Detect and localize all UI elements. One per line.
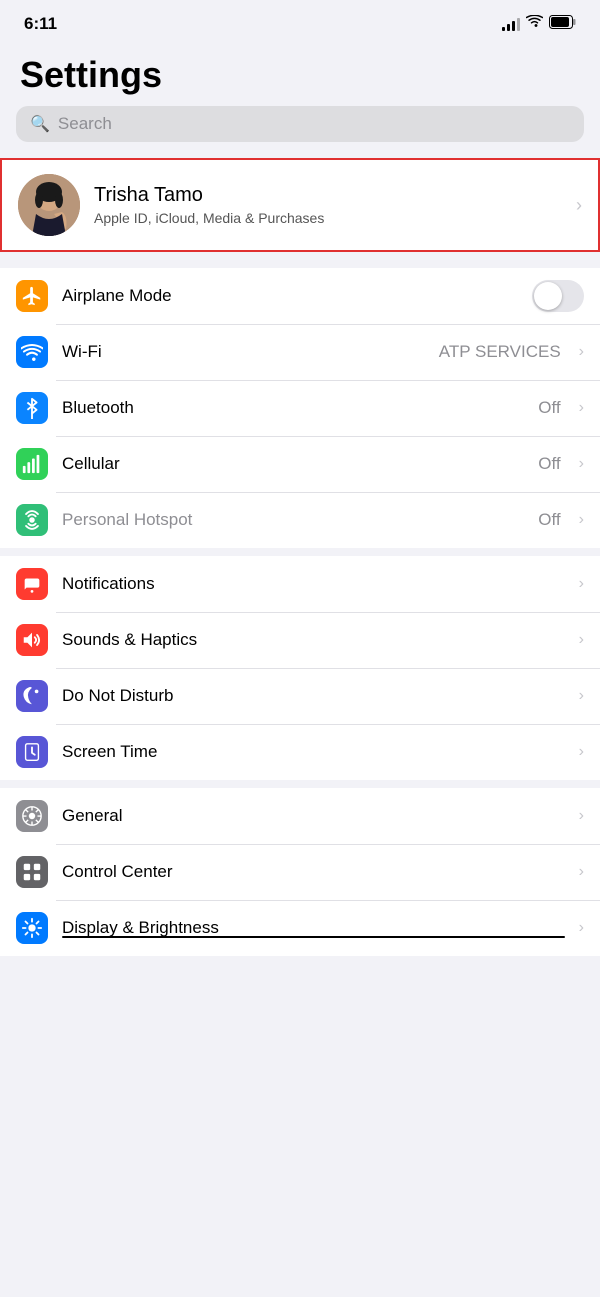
status-icons	[502, 15, 576, 34]
display-brightness-chevron: ›	[579, 919, 584, 937]
general-icon	[16, 800, 48, 832]
cellular-chevron: ›	[579, 455, 584, 473]
bluetooth-value: Off	[538, 398, 560, 418]
control-center-label: Control Center	[62, 862, 565, 882]
connectivity-section: Airplane Mode Wi-Fi ATP SERVICES › Bluet…	[0, 268, 600, 548]
cellular-icon	[16, 448, 48, 480]
do-not-disturb-row[interactable]: Do Not Disturb ›	[0, 668, 600, 724]
control-center-chevron: ›	[579, 863, 584, 881]
profile-chevron: ›	[576, 195, 582, 216]
screen-time-row[interactable]: Screen Time ›	[0, 724, 600, 780]
wifi-chevron: ›	[579, 343, 584, 361]
control-center-row[interactable]: Control Center ›	[0, 844, 600, 900]
avatar	[18, 174, 80, 236]
bluetooth-icon	[16, 392, 48, 424]
profile-name: Trisha Tamo	[94, 184, 562, 207]
display-brightness-label: Display & Brightness	[62, 918, 219, 937]
screen-time-label: Screen Time	[62, 742, 565, 762]
search-placeholder: Search	[58, 114, 112, 134]
notification-section: Notifications › Sounds & Haptics › Do No…	[0, 556, 600, 780]
display-brightness-label-wrapper: Display & Brightness	[62, 918, 565, 938]
display-brightness-row[interactable]: Display & Brightness ›	[0, 900, 600, 956]
notifications-icon	[16, 568, 48, 600]
do-not-disturb-icon	[16, 680, 48, 712]
bluetooth-row[interactable]: Bluetooth Off ›	[0, 380, 600, 436]
personal-hotspot-row[interactable]: Personal Hotspot Off ›	[0, 492, 600, 548]
wifi-status-icon	[526, 15, 543, 33]
do-not-disturb-chevron: ›	[579, 687, 584, 705]
search-icon: 🔍	[30, 114, 50, 134]
status-bar: 6:11	[0, 0, 600, 42]
profile-card[interactable]: Trisha Tamo Apple ID, iCloud, Media & Pu…	[0, 158, 600, 252]
sounds-haptics-chevron: ›	[579, 631, 584, 649]
cellular-label: Cellular	[62, 454, 524, 474]
sounds-haptics-label: Sounds & Haptics	[62, 630, 565, 650]
personal-hotspot-chevron: ›	[579, 511, 584, 529]
bluetooth-chevron: ›	[579, 399, 584, 417]
notifications-row[interactable]: Notifications ›	[0, 556, 600, 612]
sounds-haptics-icon	[16, 624, 48, 656]
profile-info: Trisha Tamo Apple ID, iCloud, Media & Pu…	[94, 184, 562, 226]
general-label: General	[62, 806, 565, 826]
personal-hotspot-icon	[16, 504, 48, 536]
airplane-mode-icon	[16, 280, 48, 312]
general-section: General › Control Center › Display & Bri…	[0, 788, 600, 956]
personal-hotspot-label: Personal Hotspot	[62, 510, 524, 530]
general-row[interactable]: General ›	[0, 788, 600, 844]
page-title: Settings	[0, 42, 600, 106]
wifi-value: ATP SERVICES	[439, 342, 561, 362]
wifi-icon	[16, 336, 48, 368]
personal-hotspot-value: Off	[538, 510, 560, 530]
airplane-mode-toggle[interactable]	[532, 280, 584, 312]
battery-icon	[549, 15, 576, 34]
signal-icon	[502, 17, 520, 31]
strikethrough-line	[62, 936, 565, 939]
screen-time-icon	[16, 736, 48, 768]
notifications-chevron: ›	[579, 575, 584, 593]
airplane-mode-row[interactable]: Airplane Mode	[0, 268, 600, 324]
display-brightness-icon	[16, 912, 48, 944]
cellular-row[interactable]: Cellular Off ›	[0, 436, 600, 492]
sounds-haptics-row[interactable]: Sounds & Haptics ›	[0, 612, 600, 668]
status-time: 6:11	[24, 14, 57, 34]
airplane-mode-label: Airplane Mode	[62, 286, 518, 306]
search-bar[interactable]: 🔍 Search	[16, 106, 584, 142]
wifi-label: Wi-Fi	[62, 342, 425, 362]
wifi-row[interactable]: Wi-Fi ATP SERVICES ›	[0, 324, 600, 380]
section-spacer	[0, 260, 600, 268]
control-center-icon	[16, 856, 48, 888]
profile-subtitle: Apple ID, iCloud, Media & Purchases	[94, 210, 562, 226]
screen-time-chevron: ›	[579, 743, 584, 761]
bluetooth-label: Bluetooth	[62, 398, 524, 418]
cellular-value: Off	[538, 454, 560, 474]
notifications-label: Notifications	[62, 574, 565, 594]
do-not-disturb-label: Do Not Disturb	[62, 686, 565, 706]
general-chevron: ›	[579, 807, 584, 825]
